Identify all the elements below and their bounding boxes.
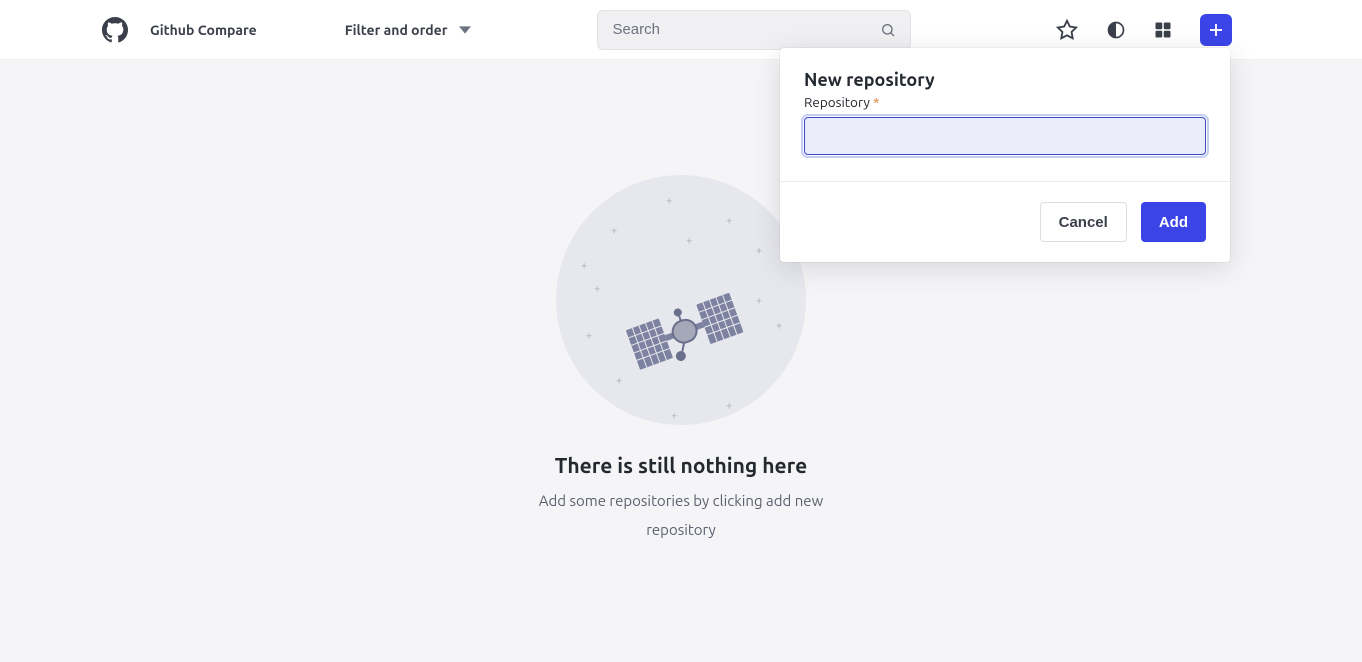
empty-state-title: There is still nothing here xyxy=(555,453,807,477)
search-wrap xyxy=(597,10,911,50)
caret-down-icon xyxy=(459,24,471,36)
modal-body: New repository Repository * xyxy=(780,48,1230,181)
search-icon xyxy=(880,22,896,38)
brand: Github Compare xyxy=(102,17,257,43)
star-icon[interactable] xyxy=(1056,19,1078,41)
filter-label: Filter and order xyxy=(345,22,448,38)
header-actions xyxy=(1056,14,1232,46)
search-input[interactable] xyxy=(612,21,880,38)
new-repository-modal: New repository Repository * Cancel Add xyxy=(780,48,1230,262)
repository-input[interactable] xyxy=(804,117,1206,155)
modal-footer: Cancel Add xyxy=(780,181,1230,262)
filter-and-order-dropdown[interactable]: Filter and order xyxy=(345,22,472,38)
search-box[interactable] xyxy=(597,10,911,50)
brand-title: Github Compare xyxy=(150,22,257,38)
half-circle-icon[interactable] xyxy=(1106,20,1126,40)
empty-state-illustration: + + + + + + + + + + + + + xyxy=(556,175,806,425)
add-repository-button[interactable]: Add xyxy=(1141,202,1206,242)
modal-title: New repository xyxy=(804,70,1206,90)
repository-field-label: Repository * xyxy=(804,94,1206,110)
github-logo-icon[interactable] xyxy=(102,17,128,43)
add-button[interactable] xyxy=(1200,14,1232,46)
required-mark: * xyxy=(873,94,879,110)
cancel-button[interactable]: Cancel xyxy=(1040,202,1127,242)
satellite-icon xyxy=(626,285,746,385)
grid-icon[interactable] xyxy=(1154,21,1172,39)
empty-state-subtitle: Add some repositories by clicking add ne… xyxy=(511,487,851,544)
